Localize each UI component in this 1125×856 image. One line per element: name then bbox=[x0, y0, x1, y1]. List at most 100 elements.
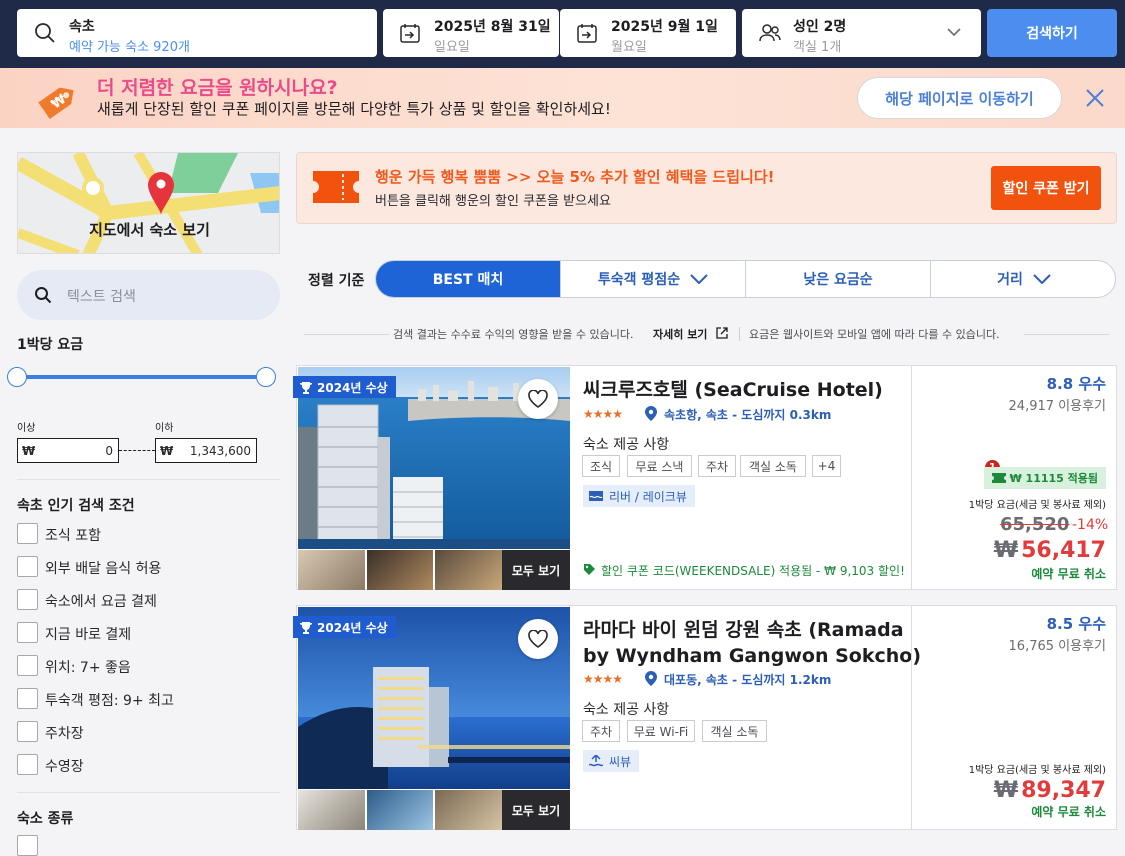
max-price-input[interactable]: ₩ 1,343,600 bbox=[155, 438, 257, 463]
search-icon bbox=[34, 286, 52, 304]
hotel-card[interactable]: 2024년 수상 모두 보기 라마다 바이 윈덤 강원 속초 (Ramada b… bbox=[293, 605, 1117, 830]
hotel-location[interactable]: 속초항, 속초 - 도심까지 0.3km bbox=[664, 406, 831, 423]
price-slider-max-handle[interactable] bbox=[256, 367, 276, 387]
thumbnail[interactable] bbox=[366, 790, 433, 830]
notice-separator bbox=[739, 327, 740, 341]
currency-symbol: ₩ bbox=[993, 538, 1019, 563]
filter-checkbox[interactable] bbox=[17, 721, 38, 742]
thumbnail[interactable] bbox=[435, 550, 502, 590]
thumbnail[interactable] bbox=[435, 790, 502, 830]
price-heading: 1박당 요금 bbox=[17, 337, 84, 353]
thumbnail[interactable] bbox=[298, 790, 365, 830]
final-price[interactable]: ₩89,347 bbox=[994, 778, 1106, 803]
min-price-input[interactable]: ₩ 0 bbox=[17, 438, 119, 463]
filter-label: 지금 바로 결제 bbox=[45, 627, 132, 643]
map-view-label: 지도에서 숙소 보기 bbox=[89, 221, 210, 239]
search-button[interactable]: 검색하기 bbox=[987, 9, 1117, 57]
destination-field[interactable]: 속초 예약 가능 숙소 920개 bbox=[17, 9, 377, 57]
currency-symbol: ₩ bbox=[22, 444, 36, 458]
feature-text: 씨뷰 bbox=[609, 754, 632, 769]
hotel-name-line-1[interactable]: 라마다 바이 윈덤 강원 속초 (Ramada bbox=[583, 617, 904, 643]
thumbnail[interactable] bbox=[366, 550, 433, 590]
checkin-field[interactable]: 2025년 8월 31일 일요일 bbox=[383, 9, 559, 57]
filter-label: 수영장 bbox=[45, 759, 84, 775]
star-rating: ★★★★ bbox=[583, 672, 623, 686]
filter-label: 위치: 7+ 좋음 bbox=[45, 660, 131, 676]
see-all-photos-button[interactable]: 모두 보기 bbox=[502, 790, 570, 830]
map-preview[interactable]: 지도에서 숙소 보기 bbox=[17, 152, 280, 254]
trophy-icon bbox=[299, 381, 313, 394]
destination-count: 예약 가능 숙소 920개 bbox=[69, 40, 190, 55]
hotel-location[interactable]: 대포동, 속초 - 도심까지 1.2km bbox=[664, 671, 831, 688]
rooms-value: 객실 1개 bbox=[793, 40, 842, 55]
min-price-label: 이상 bbox=[17, 423, 36, 434]
chevron-down-icon bbox=[947, 27, 961, 37]
checkout-field[interactable]: 2025년 9월 1일 월요일 bbox=[560, 9, 736, 57]
award-text: 2024년 수상 bbox=[317, 620, 388, 635]
amenity-chip: 객실 소독 bbox=[702, 720, 767, 742]
free-cancellation: 예약 무료 취소 bbox=[1031, 805, 1106, 819]
amenity-more-chip[interactable]: +4 bbox=[812, 455, 841, 477]
amenity-chip: 주차 bbox=[582, 720, 620, 742]
guests-field[interactable]: 성인 2명 객실 1개 bbox=[742, 9, 981, 57]
hotel-name-line-2[interactable]: by Wyndham Gangwon Sokcho) bbox=[583, 643, 921, 669]
favorite-heart-icon[interactable] bbox=[518, 379, 558, 419]
filter-checkbox[interactable] bbox=[17, 622, 38, 643]
property-type-heading: 숙소 종류 bbox=[17, 811, 74, 827]
award-text: 2024년 수상 bbox=[317, 380, 388, 395]
text-search-input[interactable]: 텍스트 검색 bbox=[17, 270, 280, 320]
external-link-icon bbox=[716, 327, 728, 339]
promo-page-button[interactable]: 해당 페이지로 이동하기 bbox=[857, 77, 1062, 119]
see-all-photos-button[interactable]: 모두 보기 bbox=[502, 550, 570, 590]
coupon-title: 행운 가득 행복 뿜뿜 >> 오늘 5% 추가 할인 혜택을 드립니다! bbox=[375, 168, 775, 186]
notice-more-link[interactable]: 자세히 보기 bbox=[653, 326, 707, 342]
sort-bar: BEST 매치 투숙객 평점순 낮은 요금순 거리 bbox=[375, 260, 1116, 298]
original-price: 65,520 bbox=[1000, 514, 1070, 535]
review-score[interactable]: 8.8 우수 bbox=[1047, 373, 1106, 394]
review-count[interactable]: 16,765 이용후기 bbox=[1009, 635, 1106, 654]
text-search-placeholder: 텍스트 검색 bbox=[67, 289, 136, 305]
filter-checkbox[interactable] bbox=[17, 835, 38, 856]
discount-percent: -14% bbox=[1072, 517, 1109, 533]
thumbnail[interactable] bbox=[298, 550, 365, 590]
award-badge: 2024년 수상 bbox=[293, 376, 396, 398]
card-divider bbox=[911, 366, 912, 589]
price-range-dash bbox=[119, 450, 155, 451]
free-cancellation: 예약 무료 취소 bbox=[1031, 567, 1106, 581]
filter-checkbox[interactable] bbox=[17, 655, 38, 676]
feature-text: 리버 / 레이크뷰 bbox=[609, 489, 687, 504]
filter-checkbox[interactable] bbox=[17, 688, 38, 709]
review-count[interactable]: 24,917 이용후기 bbox=[1009, 395, 1106, 414]
close-icon[interactable] bbox=[1086, 89, 1104, 107]
sort-best-match[interactable]: BEST 매치 bbox=[376, 261, 561, 297]
filter-checkbox[interactable] bbox=[17, 523, 38, 544]
price-slider-min-handle[interactable] bbox=[7, 367, 27, 387]
favorite-heart-icon[interactable] bbox=[518, 619, 558, 659]
sort-distance[interactable]: 거리 bbox=[931, 261, 1115, 297]
feature-tag: 리버 / 레이크뷰 bbox=[583, 485, 695, 507]
filter-checkbox[interactable] bbox=[17, 589, 38, 610]
hotel-name[interactable]: 씨크루즈호텔 (SeaCruise Hotel) bbox=[583, 377, 883, 403]
ticket-icon bbox=[313, 171, 359, 203]
location-pin-icon bbox=[645, 671, 657, 686]
top-search-bar: 속초 예약 가능 숙소 920개 2025년 8월 31일 일요일 2025년 … bbox=[0, 0, 1125, 68]
get-coupon-button[interactable]: 할인 쿠폰 받기 bbox=[991, 166, 1101, 210]
amenity-chip: 무료 스낵 bbox=[627, 455, 692, 477]
star-rating: ★★★★ bbox=[583, 407, 623, 421]
filter-checkbox[interactable] bbox=[17, 754, 38, 775]
review-score[interactable]: 8.5 우수 bbox=[1047, 613, 1106, 634]
applied-coupon-note: 할인 쿠폰 코드(WEEKENDSALE) 적용됨 - ₩ 9,103 할인! bbox=[601, 564, 905, 578]
filter-checkbox[interactable] bbox=[17, 556, 38, 577]
calendar-in-icon bbox=[399, 22, 421, 44]
min-price-value: 0 bbox=[105, 444, 113, 458]
chevron-down-icon bbox=[690, 274, 708, 284]
sort-lowest-price[interactable]: 낮은 요금순 bbox=[746, 261, 931, 297]
final-price[interactable]: ₩56,417 bbox=[994, 538, 1106, 563]
sort-guest-rating[interactable]: 투숙객 평점순 bbox=[561, 261, 746, 297]
sort-option-label: 낮은 요금순 bbox=[803, 272, 873, 288]
location-pin-icon bbox=[645, 406, 657, 421]
price-value: 89,347 bbox=[1021, 778, 1106, 803]
sort-option-label: 거리 bbox=[997, 272, 1023, 288]
destination-value: 속초 bbox=[69, 19, 95, 35]
hotel-card[interactable]: 2024년 수상 모두 보기 씨크루즈호텔 (SeaCruise Hotel) … bbox=[293, 365, 1117, 590]
